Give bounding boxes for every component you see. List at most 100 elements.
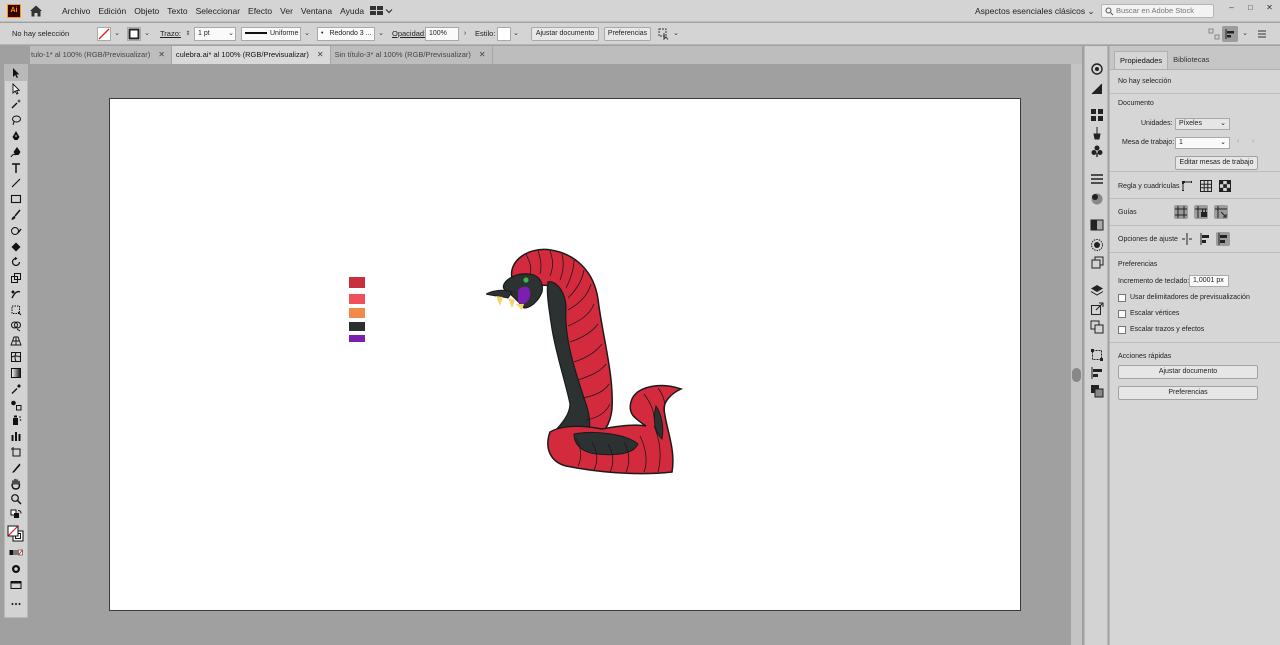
rectangle-tool[interactable] (5, 191, 27, 207)
line-tool[interactable] (5, 176, 27, 192)
preferences-button[interactable]: Preferencias (604, 27, 651, 41)
chevron-down-icon[interactable]: ⌄ (226, 27, 236, 41)
menu-efecto[interactable]: Efecto (244, 0, 276, 22)
appearance-panel-icon[interactable] (1090, 192, 1104, 206)
swatch-orange[interactable] (349, 308, 365, 318)
artboard-select[interactable]: 1 ⌄ (1175, 137, 1230, 149)
transparency-panel-icon[interactable] (1090, 238, 1104, 252)
close-icon[interactable]: ✕ (479, 46, 486, 64)
arrange-documents-button[interactable] (370, 4, 394, 18)
snap-to-point-icon[interactable] (1180, 232, 1194, 246)
tab-propiedades[interactable]: Propiedades (1114, 51, 1169, 69)
menu-edicion[interactable]: Edición (94, 0, 130, 22)
chevron-down-icon[interactable]: ⌄ (376, 27, 386, 41)
next-artboard-icon[interactable]: › (1252, 138, 1254, 145)
workspace-switcher[interactable]: Aspectos esenciales clásicos ⌄ (975, 0, 1095, 22)
paintbrush-tool[interactable] (5, 207, 27, 223)
brushes-panel-icon[interactable] (1090, 126, 1104, 140)
symbols-panel-icon[interactable] (1090, 144, 1104, 158)
gradient-swatch-icon[interactable] (1090, 218, 1104, 232)
menu-texto[interactable]: Texto (163, 0, 191, 22)
close-icon[interactable]: ✕ (158, 46, 165, 64)
chevron-down-icon[interactable]: ⌄ (511, 27, 521, 41)
chevron-right-icon[interactable]: › (460, 27, 470, 41)
chevron-down-icon[interactable]: ⌄ (302, 27, 312, 41)
gradient-panel-icon[interactable] (1090, 82, 1104, 96)
column-graph-tool[interactable] (5, 428, 27, 444)
vertical-scrollbar[interactable] (1071, 64, 1082, 645)
opacity-label[interactable]: Opacidad: (392, 23, 426, 45)
stroke-label[interactable]: Trazo: (160, 23, 181, 45)
swatch-charcoal[interactable] (349, 322, 365, 331)
ruler-icon[interactable] (1180, 179, 1194, 193)
pen-tool[interactable] (5, 128, 27, 144)
graphic-styles-icon[interactable] (1090, 256, 1104, 270)
arrange-panels-icon[interactable] (1208, 28, 1220, 40)
tab-sin-titulo-3[interactable]: Sin título-3* al 100% (RGB/Previsualizar… (331, 46, 493, 64)
snap-to-pixel-icon[interactable] (1198, 232, 1212, 246)
artboard-tool[interactable] (5, 444, 27, 460)
slice-tool[interactable] (5, 460, 27, 476)
chevron-down-icon[interactable]: ⌄ (112, 27, 122, 41)
eraser-tool[interactable] (5, 239, 27, 255)
style-swatch[interactable] (497, 27, 511, 41)
select-similar-icon[interactable] (658, 28, 670, 40)
default-colors-button[interactable] (5, 507, 27, 523)
quick-fit-document-button[interactable]: Ajustar documento (1118, 365, 1258, 379)
menu-ventana[interactable]: Ventana (297, 0, 336, 22)
swatch-red[interactable] (349, 277, 365, 288)
panel-menu-icon[interactable] (1256, 28, 1268, 40)
scale-tool[interactable] (5, 270, 27, 286)
eyedropper-tool[interactable] (5, 381, 27, 397)
home-icon[interactable] (28, 3, 44, 19)
edit-toolbar-button[interactable] (5, 597, 27, 613)
smart-guides-icon[interactable] (1214, 205, 1228, 219)
warp-tool[interactable] (5, 286, 27, 302)
perspective-grid-tool[interactable] (5, 334, 27, 350)
grid-icon[interactable] (1199, 179, 1213, 193)
tab-titulo-1[interactable]: tulo-1* al 100% (RGB/Previsualizar) ✕ (30, 46, 172, 64)
stroke-swatch[interactable] (127, 27, 141, 41)
direct-selection-tool[interactable] (5, 81, 27, 97)
scale-corners-checkbox[interactable] (1118, 310, 1126, 318)
minimize-button[interactable]: – (1222, 2, 1241, 14)
blend-tool[interactable] (5, 397, 27, 413)
curvature-tool[interactable] (5, 144, 27, 160)
swatch-coral[interactable] (349, 294, 365, 304)
chevron-down-icon[interactable]: ⌄ (1240, 27, 1250, 41)
transform-panel-icon[interactable] (1090, 348, 1104, 362)
color-swatches-group[interactable] (347, 275, 367, 345)
selection-tool[interactable] (5, 65, 27, 81)
menu-objeto[interactable]: Objeto (130, 0, 163, 22)
scale-strokes-checkbox[interactable] (1118, 326, 1126, 334)
snap-to-glyph-icon[interactable] (1216, 232, 1230, 246)
swatch-purple[interactable] (349, 335, 365, 342)
properties-icon[interactable] (1090, 62, 1104, 76)
keyboard-increment-field[interactable]: 1,0001 px (1189, 275, 1229, 287)
lock-guides-icon[interactable] (1194, 205, 1208, 219)
shape-builder-tool[interactable] (5, 318, 27, 334)
stock-search-input[interactable]: Buscar en Adobe Stock (1101, 4, 1214, 18)
transparency-grid-icon[interactable] (1218, 179, 1232, 193)
stroke-profile-select[interactable]: Uniforme (241, 27, 301, 41)
fit-document-button[interactable]: Ajustar documento (531, 27, 599, 41)
edit-artboards-button[interactable]: Editar mesas de trabajo (1175, 156, 1258, 170)
type-tool[interactable] (5, 160, 27, 176)
fill-stroke-swatches[interactable] (5, 523, 27, 545)
menu-ver[interactable]: Ver (276, 0, 297, 22)
show-guides-icon[interactable] (1174, 205, 1188, 219)
tab-bibliotecas[interactable]: Bibliotecas (1168, 51, 1214, 69)
align-panel-icon[interactable] (1090, 366, 1104, 380)
swatches-panel-icon[interactable] (1090, 108, 1104, 122)
scrollbar-thumb[interactable] (1072, 368, 1081, 382)
drawing-mode-button[interactable] (5, 561, 27, 577)
lasso-tool[interactable] (5, 112, 27, 128)
chevron-down-icon[interactable]: ⌄ (671, 27, 681, 41)
opacity-field[interactable]: 100% (425, 27, 459, 41)
zoom-tool[interactable] (5, 492, 27, 508)
fill-swatch[interactable] (97, 27, 111, 41)
stroke-panel-icon[interactable] (1090, 172, 1104, 186)
artboard[interactable] (109, 98, 1021, 611)
menu-seleccionar[interactable]: Seleccionar (192, 0, 244, 22)
magic-wand-tool[interactable] (5, 97, 27, 113)
